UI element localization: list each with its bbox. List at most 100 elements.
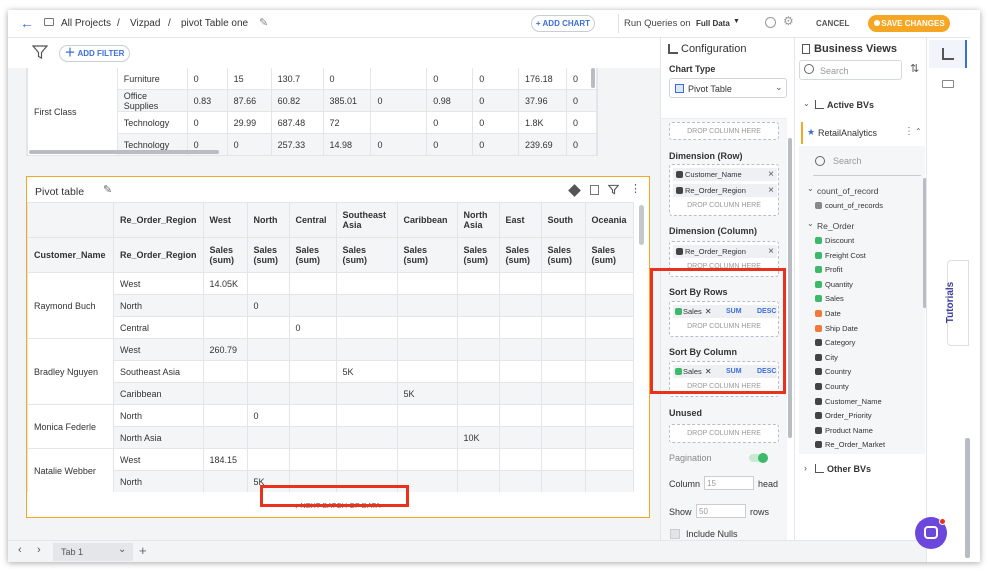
run-queries-select[interactable]: Run Queries on Full Data ▼ (618, 14, 744, 33)
column-header[interactable]: Sales (sum) (335, 237, 398, 273)
active-bvs-label[interactable]: Active BVs (827, 100, 874, 110)
drop-zone-unused[interactable]: DROP COLUMN HERE (669, 424, 779, 443)
rail-scrollbar[interactable] (965, 438, 970, 558)
group-count-of-record[interactable]: count_of_record (817, 186, 878, 196)
bv-retail-analytics[interactable]: ★ RetailAnalytics ⋮ ⌃ (801, 122, 925, 144)
chevron-down-icon[interactable]: ⌄ (803, 99, 810, 108)
column-header[interactable]: West (202, 202, 248, 238)
field-item[interactable]: Profit (815, 264, 843, 276)
clock-icon[interactable] (765, 17, 776, 28)
value-cell: 5K (396, 382, 458, 405)
field-count-of-records[interactable]: count_of_records (815, 200, 883, 212)
bv-search-input[interactable]: Search (799, 60, 902, 80)
column-header[interactable]: Re_Order_Region (113, 202, 204, 238)
field-item[interactable]: Re_Order_Market (815, 439, 885, 451)
edit-pencil-icon[interactable]: ✎ (103, 183, 112, 196)
add-chart-button[interactable]: + ADD CHART (531, 15, 595, 32)
column-header[interactable]: Southeast Asia (335, 202, 398, 238)
field-item[interactable]: Ship Date (815, 323, 858, 335)
inner-search-placeholder[interactable]: Search (833, 156, 862, 166)
column-header[interactable]: Oceania (584, 202, 634, 238)
pagination-toggle[interactable] (749, 453, 768, 463)
filter-icon[interactable] (32, 44, 48, 60)
cancel-button[interactable]: CANCEL (816, 19, 849, 28)
field-item[interactable]: Order_Priority (815, 410, 872, 422)
column-header[interactable]: Sales (sum) (498, 237, 542, 273)
chart-config-tab[interactable] (929, 40, 967, 68)
drop-zone-dimension-row[interactable]: Customer_Name × Re_Order_Region × DROP COL… (669, 164, 779, 216)
field-item[interactable]: Category (815, 337, 855, 349)
copy-icon[interactable] (590, 185, 599, 195)
pivot-scroll-area[interactable]: Re_Order_Region West North Central Southeast… (27, 202, 637, 492)
pivot-vertical-scrollbar[interactable] (639, 205, 644, 245)
drop-zone-measures[interactable]: DROP COLUMN HERE (669, 122, 779, 140)
field-item[interactable]: County (815, 381, 849, 393)
chevron-right-icon[interactable]: › (37, 544, 41, 556)
column-header[interactable]: Re_Order_Region (113, 237, 204, 273)
column-header[interactable]: Sales (sum) (396, 237, 458, 273)
field-item[interactable]: Discount (815, 235, 854, 247)
field-item[interactable]: Sales (815, 293, 844, 305)
field-item[interactable]: Customer_Name (815, 396, 882, 408)
filter-icon[interactable] (608, 184, 619, 195)
column-header[interactable]: South (540, 202, 586, 238)
column-header[interactable]: Central (288, 202, 337, 238)
gear-icon[interactable]: ⚙ (783, 14, 794, 28)
breadcrumb-vizpad[interactable]: Vizpad (130, 18, 160, 29)
column-header[interactable]: Sales (sum) (540, 237, 586, 273)
info-diamond-icon[interactable] (568, 184, 581, 197)
field-item[interactable]: Freight Cost (815, 250, 866, 262)
tab-1[interactable]: Tab 1 ⌄ (53, 543, 133, 561)
sort-icon[interactable]: ⇅ (910, 62, 919, 75)
column-header[interactable]: Sales (sum) (456, 237, 500, 273)
chevron-down-icon[interactable]: ⌄ (807, 219, 814, 228)
more-options-icon[interactable]: ⋮ (904, 126, 914, 137)
chip-customer-name[interactable]: Customer_Name × (673, 168, 777, 181)
column-header[interactable]: Sales (sum) (584, 237, 634, 273)
chevron-right-icon[interactable]: › (804, 463, 807, 473)
vertical-scrollbar[interactable] (591, 68, 595, 88)
column-header[interactable]: East (498, 202, 542, 238)
field-item[interactable]: Country (815, 366, 851, 378)
horizontal-scrollbar[interactable] (29, 150, 219, 154)
show-rows-input[interactable] (696, 504, 746, 518)
group-re-order[interactable]: Re_Order (817, 221, 854, 231)
add-tab-icon[interactable]: + (139, 543, 147, 558)
field-item[interactable]: Quantity (815, 279, 853, 291)
add-filter-button[interactable]: ＋ ADD FILTER (59, 45, 130, 62)
chip-re-order-region[interactable]: Re_Order_Region × (673, 245, 777, 258)
pivot-table-card[interactable]: Pivot table ✎ ⋮ Re_Order_Region West North… (26, 176, 650, 518)
paint-roller-icon[interactable] (942, 80, 954, 88)
breadcrumb-all-projects[interactable]: All Projects (61, 18, 111, 29)
column-header[interactable]: North (246, 202, 290, 238)
other-bvs-label[interactable]: Other BVs (827, 464, 871, 474)
field-item[interactable]: Product Name (815, 425, 873, 437)
include-nulls-checkbox[interactable] (670, 529, 680, 539)
chevron-down-icon[interactable]: ⌄ (807, 184, 814, 193)
column-header[interactable]: Sales (sum) (288, 237, 337, 273)
column-header[interactable]: North Asia (456, 202, 500, 238)
field-item[interactable]: Date (815, 308, 841, 320)
chevron-left-icon[interactable]: ‹ (18, 544, 22, 556)
edit-pencil-icon[interactable]: ✎ (259, 16, 268, 29)
column-count-input[interactable] (704, 476, 754, 490)
column-header[interactable]: Caribbean (396, 202, 458, 238)
chat-button[interactable] (915, 517, 947, 549)
column-header[interactable]: Customer_Name (27, 237, 114, 273)
back-arrow-icon[interactable]: ← (20, 15, 34, 31)
chevron-down-icon[interactable]: ⌄ (118, 544, 126, 555)
save-changes-button[interactable]: SAVE CHANGES (868, 15, 950, 32)
close-icon[interactable]: × (768, 245, 774, 258)
column-header[interactable]: Sales (sum) (246, 237, 290, 273)
more-options-icon[interactable]: ⋮ (630, 182, 641, 195)
chip-re-order-region[interactable]: Re_Order_Region × (673, 184, 777, 197)
close-icon[interactable]: × (768, 168, 774, 181)
close-icon[interactable]: × (768, 184, 774, 197)
chevron-up-icon[interactable]: ⌃ (915, 127, 922, 136)
column-header[interactable] (27, 202, 114, 238)
chart-type-select[interactable]: Pivot Table ⌄ (669, 78, 787, 98)
field-item[interactable]: City (815, 352, 838, 364)
tutorials-tab[interactable]: Tutorials (945, 260, 969, 346)
config-scrollbar[interactable] (788, 138, 792, 438)
column-header[interactable]: Sales (sum) (202, 237, 248, 273)
